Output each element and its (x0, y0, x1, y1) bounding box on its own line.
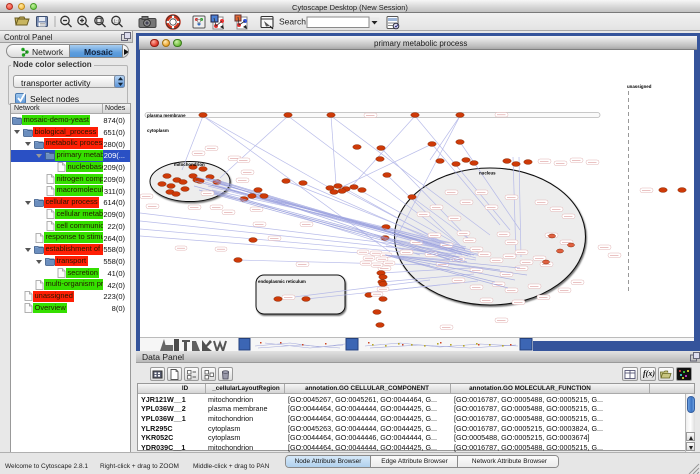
svg-text:nucleus: nucleus (479, 171, 496, 176)
svg-text:endoplasmic reticulum: endoplasmic reticulum (258, 279, 306, 284)
svg-text:1:1: 1:1 (114, 19, 121, 24)
svg-text:plasma membrane: plasma membrane (147, 113, 186, 118)
svg-text:cytoplasm: cytoplasm (147, 128, 169, 133)
svg-text:unassigned: unassigned (627, 84, 652, 89)
svg-text:Search:: Search: (279, 17, 308, 27)
svg-text:mitochondrion: mitochondrion (174, 162, 205, 167)
